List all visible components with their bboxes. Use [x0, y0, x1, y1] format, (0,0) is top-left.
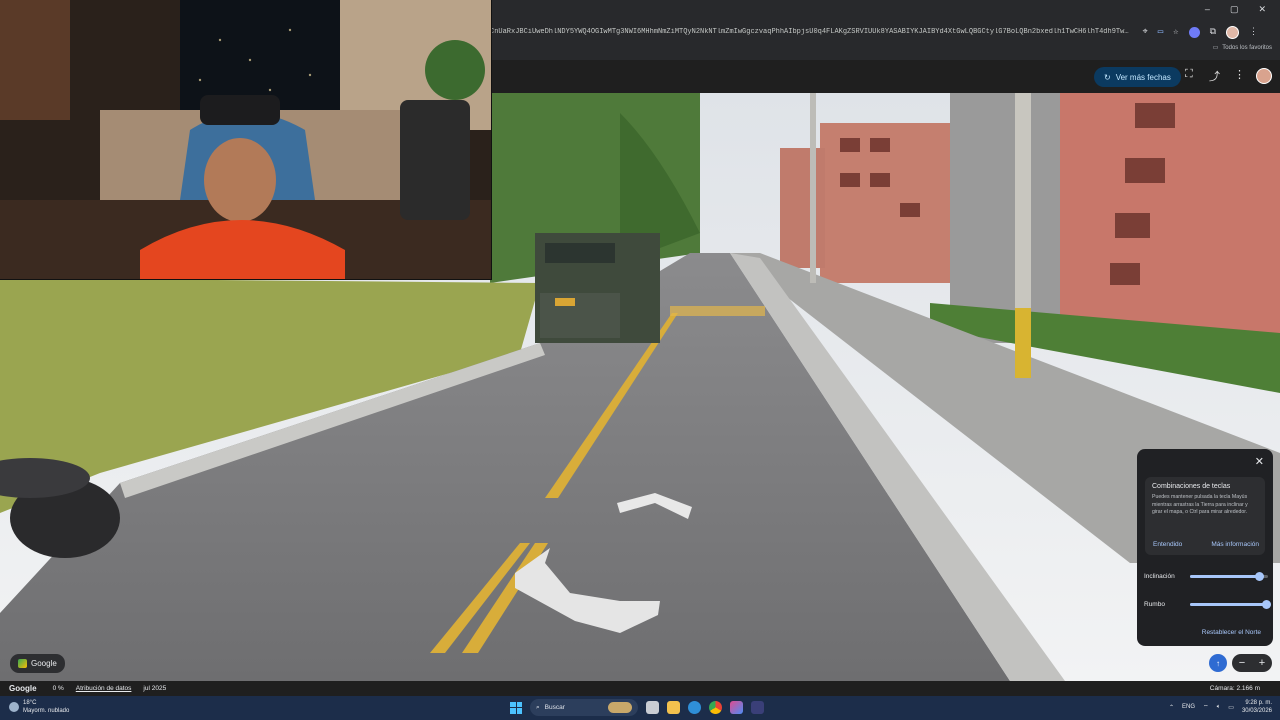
- fullscreen-icon[interactable]: ⛶: [1185, 68, 1193, 81]
- webcam-overlay: [0, 0, 492, 280]
- obs-icon[interactable]: [751, 701, 764, 714]
- bookmarks-label[interactable]: Todos los favoritos: [1222, 45, 1272, 51]
- map-type-label: Google: [31, 659, 57, 668]
- more-dates-label: Ver más fechas: [1115, 72, 1171, 82]
- location-pin-icon[interactable]: ⌖: [1143, 27, 1148, 37]
- clock-date: 30/03/2026: [1241, 708, 1272, 714]
- cloud-icon: [9, 702, 19, 712]
- camera-altitude: Cámara: 2.166 m: [1209, 685, 1260, 692]
- account-avatar[interactable]: [1256, 68, 1272, 84]
- tilt-slider-thumb[interactable]: [1254, 571, 1264, 581]
- more-dates-button[interactable]: ↻ Ver más fechas: [1094, 67, 1181, 87]
- got-it-button[interactable]: Entendido: [1153, 541, 1182, 548]
- wifi-icon[interactable]: ⌔: [1203, 703, 1209, 711]
- reset-north-button[interactable]: Restablecer el Norte: [1202, 629, 1261, 636]
- task-view-icon[interactable]: [646, 701, 659, 714]
- extension-icon[interactable]: [1188, 26, 1200, 38]
- tilt-slider[interactable]: [1190, 571, 1268, 581]
- map-thumbnail-icon: [18, 659, 27, 668]
- bookmarks-bar[interactable]: ▭ Todos los favoritos: [1212, 44, 1272, 52]
- map-status-bar: Google 0 % Atribución de datos jul 2025 …: [0, 681, 1280, 696]
- map-type-chip[interactable]: Google: [10, 654, 65, 673]
- taskbar-search[interactable]: ⌕ Buscar: [530, 699, 638, 716]
- start-button[interactable]: [510, 701, 522, 714]
- tilt-label: Inclinación: [1144, 572, 1175, 580]
- history-icon: ↻: [1104, 72, 1111, 82]
- heading-slider-row: Rumbo: [1144, 598, 1272, 610]
- profile-avatar[interactable]: [1226, 25, 1239, 39]
- file-explorer-icon[interactable]: [667, 701, 680, 714]
- compass-button[interactable]: ↑: [1209, 654, 1227, 672]
- close-icon[interactable]: ✕: [1255, 455, 1264, 468]
- zoom-controls: − +: [1232, 654, 1272, 672]
- chrome-icon[interactable]: [709, 701, 722, 714]
- close-window-button[interactable]: ✕: [1258, 4, 1266, 15]
- system-tray: ⌃ ENG ⌔ 🔈︎ ▭ 9:28 p. m. 30/03/2026: [1169, 699, 1272, 715]
- maps-header: ↻ Ver más fechas ⛶ ⤴ ⋮: [490, 60, 1280, 93]
- webcam-image: [0, 0, 491, 279]
- tilt-slider-row: Inclinación: [1144, 570, 1268, 582]
- clock[interactable]: 9:28 p. m. 30/03/2026: [1242, 699, 1272, 715]
- shortcuts-panel: ✕ Combinaciones de teclas Puedes mantene…: [1137, 449, 1273, 646]
- maximize-button[interactable]: ▢: [1230, 4, 1239, 15]
- clock-time: 9:28 p. m.: [1245, 700, 1272, 706]
- share-icon[interactable]: ⤴: [1209, 68, 1220, 84]
- minimize-button[interactable]: –: [1205, 4, 1210, 15]
- screen: – ▢ ✕ CnUaRxJBCiUweDhlNDY5YWQ4OGIwMTg3NW…: [0, 0, 1280, 720]
- capcut-icon[interactable]: [730, 701, 743, 714]
- weather-text: Mayorm. nublado: [23, 708, 70, 714]
- capture-date: jul 2025: [143, 685, 167, 692]
- window-controls: – ▢ ✕: [1205, 4, 1266, 15]
- tip-body: Puedes mantener pulsada la tecla Mayús m…: [1152, 494, 1248, 515]
- heading-slider-thumb[interactable]: [1262, 599, 1272, 609]
- heading-label: Rumbo: [1144, 600, 1165, 608]
- taskbar: 18°C Mayorm. nublado ⌕ Buscar ⌃ ENG ⌔ 🔈︎…: [0, 696, 1280, 720]
- taskbar-apps: ⌕ Buscar: [510, 699, 764, 716]
- search-label: Buscar: [544, 704, 565, 711]
- url-text[interactable]: CnUaRxJBCiUweDhlNDY5YWQ4OGIwMTg3NWI6MHhm…: [490, 28, 1143, 36]
- volume-icon[interactable]: 🔈︎: [1217, 704, 1221, 711]
- weather-widget[interactable]: 18°C Mayorm. nublado: [9, 699, 69, 715]
- search-icon: ⌕: [536, 703, 540, 711]
- language-indicator[interactable]: ENG: [1182, 704, 1195, 710]
- google-logo: Google: [9, 684, 37, 693]
- shortcut-tip: Combinaciones de teclas Puedes mantener …: [1145, 477, 1265, 555]
- puzzle-icon[interactable]: ⧉: [1210, 27, 1216, 37]
- north-arrow-icon: ↑: [1216, 658, 1220, 668]
- tip-title: Combinaciones de teclas: [1152, 483, 1231, 490]
- folder-icon: ▭: [1212, 45, 1219, 51]
- zoom-in-button[interactable]: +: [1259, 657, 1265, 669]
- more-options-icon[interactable]: ⋮: [1234, 68, 1245, 81]
- menu-dots-icon[interactable]: ⋮: [1249, 27, 1258, 37]
- heading-slider[interactable]: [1190, 599, 1272, 609]
- chevron-up-icon[interactable]: ⌃: [1169, 704, 1174, 711]
- edge-icon[interactable]: [688, 701, 701, 714]
- zoom-percent: 0 %: [52, 685, 64, 692]
- temperature: 18°C: [23, 700, 37, 706]
- cast-icon[interactable]: ▭: [1158, 27, 1163, 37]
- star-icon[interactable]: ☆: [1173, 27, 1178, 37]
- more-info-link[interactable]: Más información: [1211, 541, 1259, 548]
- zoom-out-button[interactable]: −: [1239, 657, 1245, 669]
- attribution-link[interactable]: Atribución de datos: [76, 685, 132, 692]
- search-highlight-icon: [608, 702, 632, 713]
- battery-icon[interactable]: ▭: [1228, 704, 1234, 711]
- address-bar[interactable]: CnUaRxJBCiUweDhlNDY5YWQ4OGIwMTg3NWI6MHhm…: [490, 22, 1280, 42]
